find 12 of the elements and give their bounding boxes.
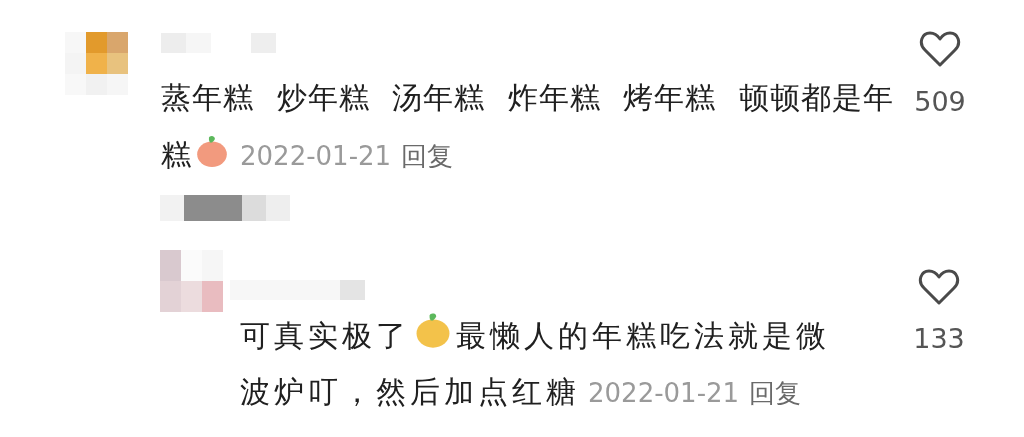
comment-date: 2022-01-21 [240,141,392,171]
comment-date: 2022-01-21 [588,378,740,408]
comment-text: 可真实极了 最懒人的年糕吃法就是微波炉叮，然后加点红糖 2022-01-21 回复 [240,308,855,421]
like-count: 133 [913,323,965,354]
like-count: 509 [914,86,966,117]
avatar-mosaic [160,250,223,312]
heart-icon[interactable] [919,30,961,68]
reply-link[interactable]: 回复 [401,141,454,171]
heart-icon[interactable] [918,268,960,306]
comment-text: 蒸年糕 炒年糕 汤年糕 炸年糕 烤年糕 顿顿都是年糕 2022-01-21 回复 [161,79,895,174]
avatar-mosaic [65,32,128,95]
reply-link[interactable]: 回复 [749,378,802,408]
